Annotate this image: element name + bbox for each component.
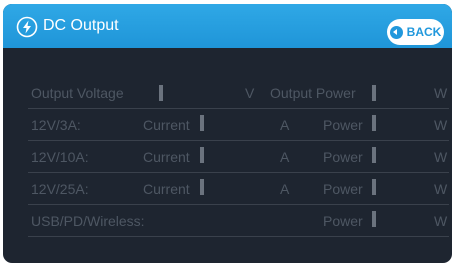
power-unit: W (434, 181, 448, 197)
output-power-unit: W (434, 85, 448, 101)
output-voltage-value-bar (159, 85, 163, 101)
current-unit: A (280, 181, 290, 197)
port-row-12v-3a: 12V/3A: Current A Power W (28, 109, 449, 141)
output-power-value-bar (372, 85, 376, 101)
bolt-icon (16, 16, 38, 38)
port-row-12v-10a: 12V/10A: Current A Power W (28, 141, 449, 173)
back-arrow-icon (389, 25, 403, 39)
header-bar: DC Output BACK (3, 4, 452, 48)
current-label: Current (143, 117, 190, 133)
port-label: 12V/3A: (31, 117, 81, 133)
port-label: 12V/10A: (31, 149, 89, 165)
output-power-label: Output Power (270, 85, 356, 101)
power-value-bar (372, 115, 376, 131)
power-label: Power (323, 181, 363, 197)
output-summary-row: Output Voltage V Output Power W (28, 77, 449, 109)
power-label: Power (323, 117, 363, 133)
current-value-bar (200, 179, 204, 195)
power-unit: W (434, 213, 448, 229)
power-unit: W (434, 117, 448, 133)
current-unit: A (280, 117, 290, 133)
current-value-bar (200, 115, 204, 131)
port-row-usb-pd-wireless: USB/PD/Wireless: Power W (28, 205, 449, 237)
power-unit: W (434, 149, 448, 165)
power-value-bar (372, 211, 376, 227)
output-voltage-label: Output Voltage (31, 85, 124, 101)
back-button-label: BACK (406, 25, 442, 39)
current-label: Current (143, 181, 190, 197)
output-voltage-unit: V (245, 85, 255, 101)
current-label: Current (143, 149, 190, 165)
port-label: USB/PD/Wireless: (31, 213, 145, 229)
dc-output-screen: DC Output BACK Output Voltage V Output P… (3, 4, 452, 263)
page-title: DC Output (43, 17, 119, 34)
current-value-bar (200, 147, 204, 163)
back-button[interactable]: BACK (387, 19, 444, 45)
port-row-12v-25a: 12V/25A: Current A Power W (28, 173, 449, 205)
power-value-bar (372, 147, 376, 163)
power-label: Power (323, 149, 363, 165)
power-value-bar (372, 179, 376, 195)
port-label: 12V/25A: (31, 181, 89, 197)
power-label: Power (323, 213, 363, 229)
current-unit: A (280, 149, 290, 165)
